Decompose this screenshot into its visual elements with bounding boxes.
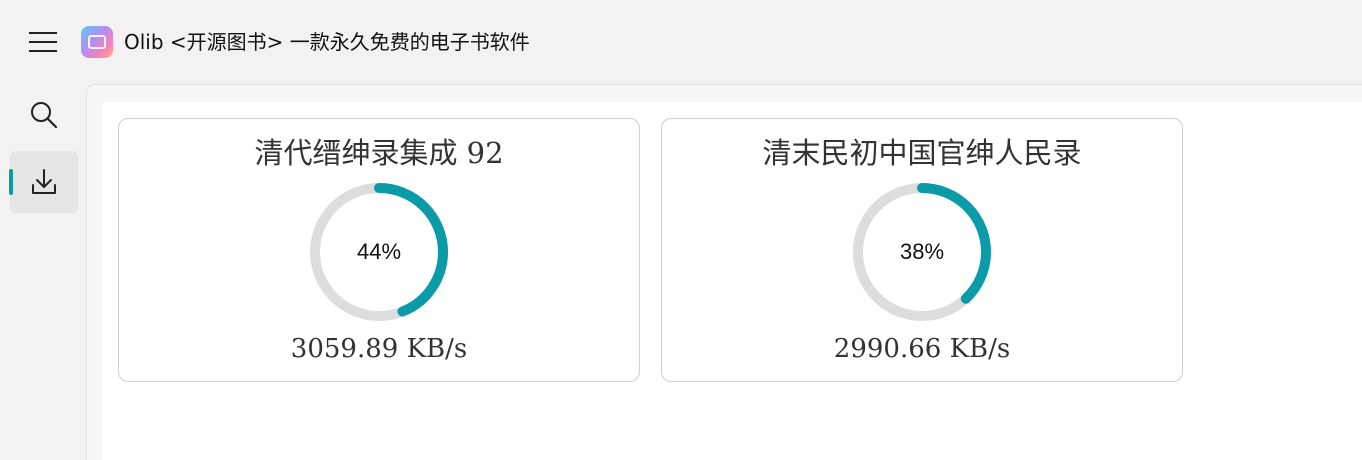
- progress-percent: 38%: [899, 239, 945, 264]
- download-speed: 3059.89 KB/s: [290, 334, 468, 364]
- download-title: 清末民初中国官绅人民录: [762, 136, 1082, 170]
- sidebar-item-search[interactable]: [10, 84, 78, 146]
- app-title: Olib <开源图书> 一款永久免费的电子书软件: [124, 30, 530, 54]
- download-card[interactable]: 清末民初中国官绅人民录 38% 2990.66 KB/s: [661, 118, 1183, 382]
- download-speed: 2990.66 KB/s: [833, 334, 1011, 364]
- sidebar: [0, 84, 86, 460]
- title-bar: Olib <开源图书> 一款永久免费的电子书软件: [0, 0, 1362, 84]
- sidebar-item-downloads[interactable]: [9, 151, 78, 213]
- downloads-panel: 清代缙绅录集成 92 44% 3059.89 KB/s 清末民初中国官绅人民录 …: [102, 102, 1362, 460]
- app-logo-icon: [81, 26, 113, 58]
- hamburger-menu-icon[interactable]: [24, 26, 62, 58]
- download-icon: [32, 169, 56, 194]
- search-icon: [31, 102, 58, 129]
- download-card[interactable]: 清代缙绅录集成 92 44% 3059.89 KB/s: [118, 118, 640, 382]
- progress-percent: 44%: [356, 239, 402, 264]
- active-indicator: [9, 169, 13, 195]
- download-title: 清代缙绅录集成 92: [254, 136, 504, 170]
